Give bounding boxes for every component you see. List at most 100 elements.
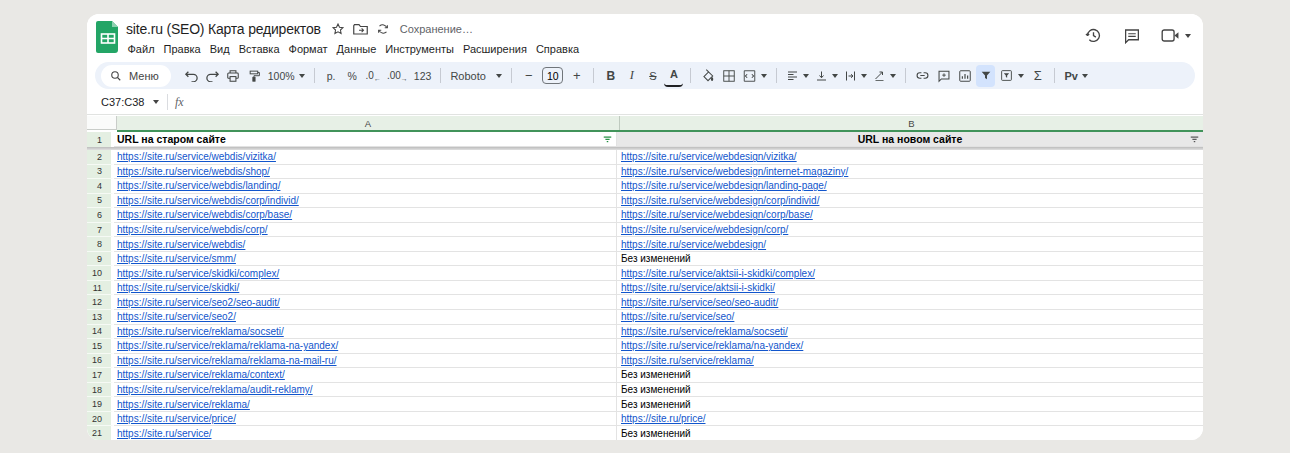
row-number[interactable]: 8 — [87, 237, 114, 252]
row-number[interactable]: 14 — [87, 325, 114, 340]
filter-icon-b[interactable] — [1190, 135, 1199, 144]
new-url-cell[interactable]: https://site.ru/service/webdesign/corp/i… — [617, 194, 1203, 209]
menu-file[interactable]: Файл — [123, 41, 159, 57]
sheets-logo-icon[interactable] — [96, 21, 120, 53]
row-number[interactable]: 2 — [87, 150, 114, 165]
new-url-cell[interactable]: Без изменений — [617, 252, 1203, 267]
new-url-cell[interactable]: https://site.ru/service/webdesign/ — [617, 237, 1203, 252]
text-wrap-button[interactable] — [842, 65, 869, 87]
new-url-cell[interactable]: https://site.ru/service/seo/seo-audit/ — [617, 295, 1203, 310]
row-number[interactable]: 6 — [87, 208, 114, 223]
old-url-cell[interactable]: https://site.ru/service/webdis/corp/ — [114, 223, 617, 238]
row-number[interactable]: 9 — [87, 252, 114, 267]
new-url-cell[interactable]: Без изменений — [617, 383, 1203, 398]
row-header-1[interactable]: 1 — [87, 132, 114, 147]
move-folder-icon[interactable] — [353, 23, 368, 36]
new-url-cell[interactable]: https://site.ru/service/reklama/ — [617, 354, 1203, 369]
row-number[interactable]: 18 — [87, 383, 114, 398]
more-formats-button[interactable]: 123 — [412, 65, 434, 87]
merge-cells-button[interactable] — [740, 65, 769, 87]
new-url-cell[interactable]: https://site.ru/service/aktsii-i-skidki/… — [617, 266, 1203, 281]
menu-view[interactable]: Вид — [205, 41, 234, 57]
row-number[interactable]: 4 — [87, 179, 114, 194]
row-number[interactable]: 17 — [87, 368, 114, 383]
text-rotation-button[interactable] — [871, 65, 898, 87]
row-number[interactable]: 19 — [87, 397, 114, 412]
new-url-cell[interactable]: Без изменений — [617, 397, 1203, 412]
old-url-cell[interactable]: https://site.ru/service/webdis/corp/indi… — [114, 194, 617, 209]
new-url-cell[interactable]: https://site.ru/service/seo/ — [617, 310, 1203, 325]
italic-button[interactable]: I — [622, 65, 641, 87]
row-number[interactable]: 12 — [87, 295, 114, 310]
pv-button[interactable]: Pv — [1062, 65, 1089, 87]
old-url-cell[interactable]: https://site.ru/service/ — [114, 426, 617, 440]
row-number[interactable]: 20 — [87, 412, 114, 427]
vertical-align-button[interactable] — [813, 65, 840, 87]
row-number[interactable]: 13 — [87, 310, 114, 325]
create-filter-button[interactable] — [976, 65, 995, 87]
increase-decimals-button[interactable]: .00→ — [385, 65, 410, 87]
new-url-cell[interactable]: Без изменений — [617, 426, 1203, 440]
old-url-cell[interactable]: https://site.ru/service/skidki/ — [114, 281, 617, 296]
format-currency-button[interactable]: р. — [322, 65, 341, 87]
filter-icon-a[interactable] — [603, 135, 612, 144]
old-url-cell[interactable]: https://site.ru/service/smm/ — [114, 252, 617, 267]
name-box[interactable]: C37:C38 — [87, 96, 160, 108]
old-url-cell[interactable]: https://site.ru/service/webdis/ — [114, 237, 617, 252]
print-button[interactable] — [224, 65, 243, 87]
row-number[interactable]: 21 — [87, 426, 114, 440]
format-percent-button[interactable]: % — [343, 65, 362, 87]
column-header-b[interactable]: B — [620, 116, 1203, 130]
bold-button[interactable]: B — [601, 65, 620, 87]
horizontal-align-button[interactable] — [784, 65, 811, 87]
menu-data[interactable]: Данные — [332, 41, 381, 57]
new-url-cell[interactable]: https://site.ru/service/webdesign/corp/ — [617, 223, 1203, 238]
font-size-input[interactable]: 10 — [542, 67, 563, 84]
menu-extensions[interactable]: Расширения — [458, 41, 531, 57]
increase-font-size-button[interactable]: + — [567, 65, 586, 87]
old-url-cell[interactable]: https://site.ru/service/webdis/landing/ — [114, 179, 617, 194]
sync-status-icon[interactable] — [376, 22, 390, 36]
insert-comment-button[interactable] — [934, 65, 953, 87]
font-select[interactable]: Roboto — [448, 65, 504, 87]
old-url-cell[interactable]: https://site.ru/service/reklama/reklama-… — [114, 354, 617, 369]
menu-help[interactable]: Справка — [531, 41, 583, 57]
row-number[interactable]: 11 — [87, 281, 114, 296]
insert-chart-button[interactable] — [955, 65, 974, 87]
insert-link-button[interactable] — [913, 65, 932, 87]
new-url-cell[interactable]: https://site.ru/service/webdesign/vizitk… — [617, 150, 1203, 165]
comments-icon[interactable] — [1123, 27, 1141, 45]
document-title[interactable]: site.ru (SEO) Карта редиректов — [126, 21, 321, 37]
old-url-cell[interactable]: https://site.ru/service/webdis/vizitka/ — [114, 150, 617, 165]
old-url-header-cell[interactable]: URL на старом сайте — [114, 132, 617, 147]
new-url-cell[interactable]: Без изменений — [617, 368, 1203, 383]
decrease-decimals-button[interactable]: .0← — [364, 65, 383, 87]
new-url-cell[interactable]: https://site.ru/service/reklama/na-yande… — [617, 339, 1203, 354]
decrease-font-size-button[interactable]: − — [519, 65, 538, 87]
row-number[interactable]: 15 — [87, 339, 114, 354]
borders-button[interactable] — [719, 65, 738, 87]
old-url-cell[interactable]: https://site.ru/service/reklama/reklama-… — [114, 339, 617, 354]
new-url-cell[interactable]: https://site.ru/price/ — [617, 412, 1203, 427]
menu-edit[interactable]: Правка — [159, 41, 205, 57]
row-number[interactable]: 16 — [87, 354, 114, 369]
fill-color-button[interactable] — [698, 65, 717, 87]
old-url-cell[interactable]: https://site.ru/service/skidki/complex/ — [114, 266, 617, 281]
new-url-cell[interactable]: https://site.ru/service/aktsii-i-skidki/ — [617, 281, 1203, 296]
row-number[interactable]: 3 — [87, 165, 114, 180]
row-number[interactable]: 10 — [87, 266, 114, 281]
column-header-a[interactable]: A — [117, 116, 620, 130]
row-number[interactable]: 7 — [87, 223, 114, 238]
old-url-cell[interactable]: https://site.ru/service/webdis/corp/base… — [114, 208, 617, 223]
old-url-cell[interactable]: https://site.ru/service/reklama/ — [114, 397, 617, 412]
redo-button[interactable] — [203, 65, 222, 87]
old-url-cell[interactable]: https://site.ru/service/reklama/context/ — [114, 368, 617, 383]
strikethrough-button[interactable]: S — [643, 65, 662, 87]
old-url-cell[interactable]: https://site.ru/service/seo2/ — [114, 310, 617, 325]
new-url-cell[interactable]: https://site.ru/service/webdesign/landin… — [617, 179, 1203, 194]
paint-format-button[interactable] — [245, 65, 264, 87]
functions-button[interactable]: Σ — [1028, 65, 1047, 87]
old-url-cell[interactable]: https://site.ru/service/seo2/seo-audit/ — [114, 295, 617, 310]
menu-format[interactable]: Формат — [284, 41, 332, 57]
old-url-cell[interactable]: https://site.ru/service/webdis/shop/ — [114, 165, 617, 180]
